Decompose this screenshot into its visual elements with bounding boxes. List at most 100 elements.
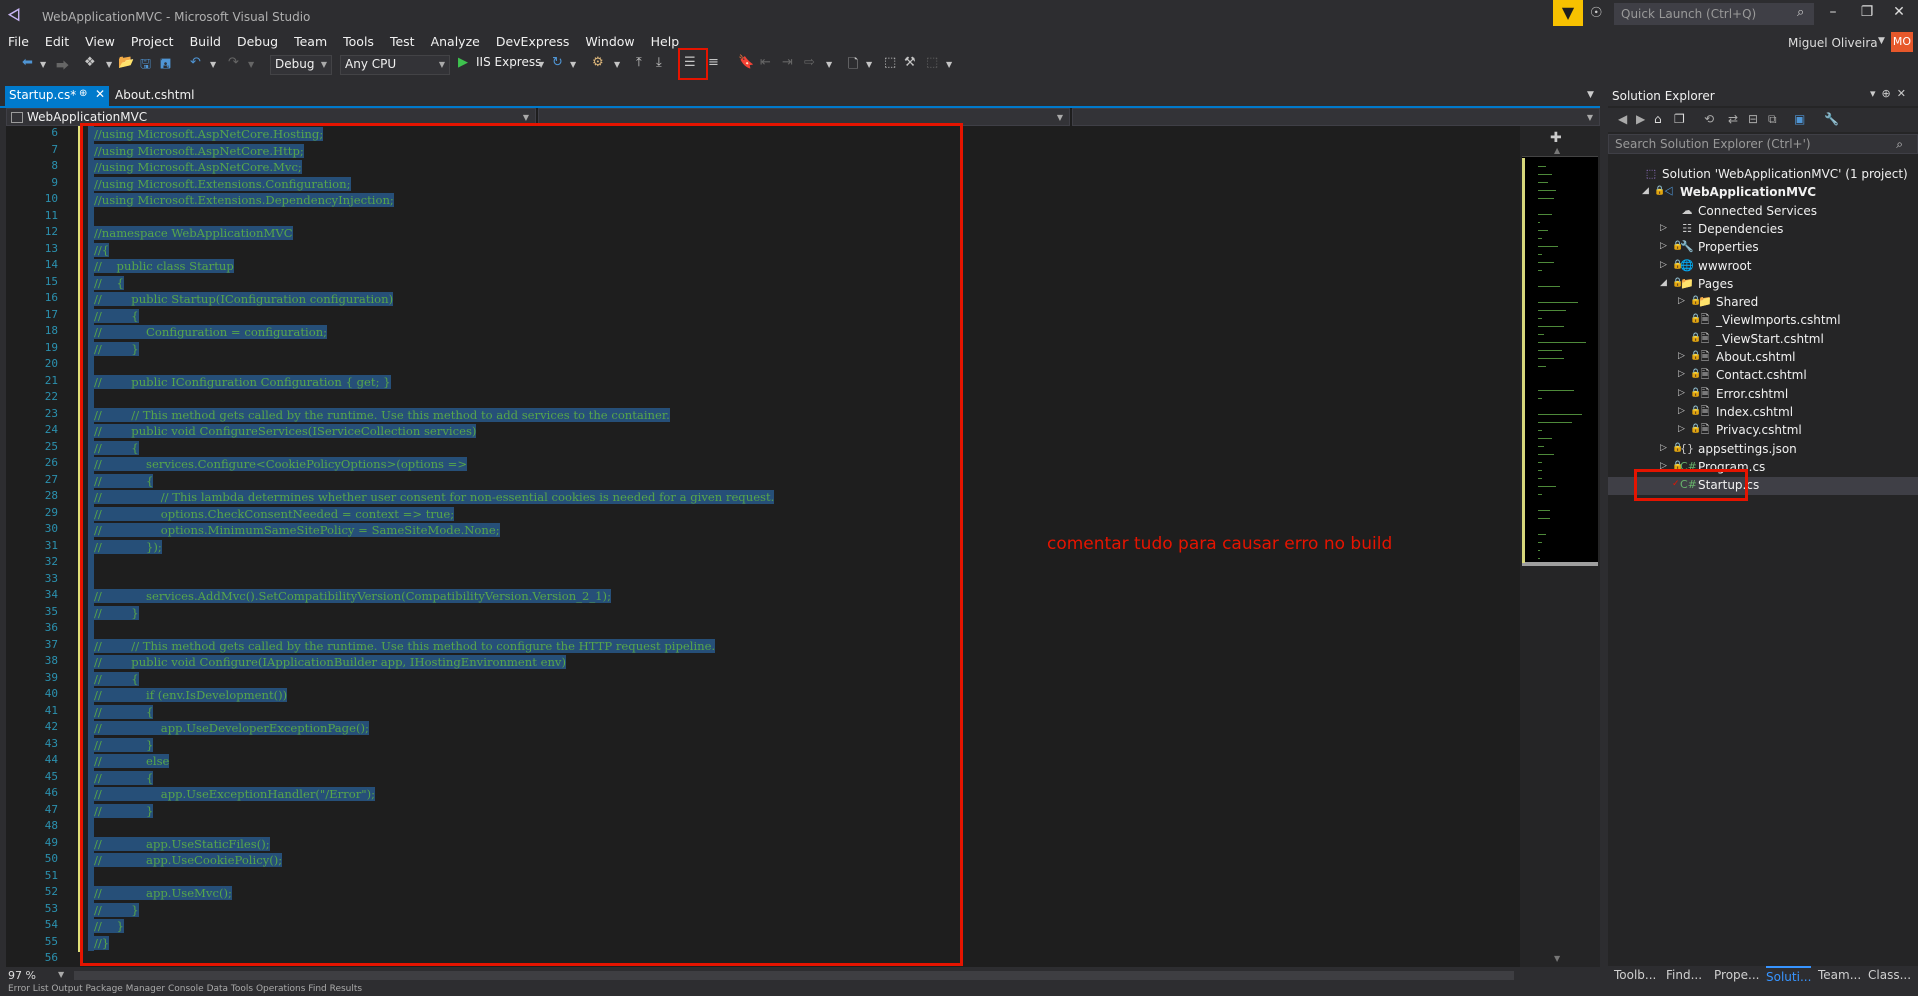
- tree-item[interactable]: 🔒 🗎 _ViewStart.cshtml: [1608, 331, 1918, 349]
- tree-item[interactable]: ☁ Connected Services: [1608, 203, 1918, 221]
- undo-icon[interactable]: ↶: [190, 55, 201, 75]
- attach-icon[interactable]: ⬚: [884, 55, 896, 75]
- pin-icon[interactable]: ⊕: [79, 88, 87, 99]
- properties-wrench-icon[interactable]: 🔧: [1824, 112, 1839, 126]
- new-project-icon[interactable]: ❖: [84, 55, 96, 75]
- bookmark-icon[interactable]: 🔖: [738, 55, 754, 75]
- tab-find[interactable]: Find...: [1666, 968, 1702, 982]
- forward-icon[interactable]: ⮕: [56, 55, 69, 75]
- zoom-level[interactable]: 97 %: [8, 969, 36, 982]
- tree-item[interactable]: ◢ 🔒 ⨞ WebApplicationMVC: [1608, 184, 1918, 202]
- scroll-down-icon[interactable]: ▼: [1554, 954, 1560, 963]
- disabled-tool-icon[interactable]: ⬚: [926, 55, 938, 75]
- collapsed-arrow-icon[interactable]: ▷: [1678, 369, 1685, 379]
- save-icon[interactable]: 🖫: [140, 55, 151, 75]
- tree-item[interactable]: ▷ 🔒 🗎 Error.cshtml: [1608, 386, 1918, 404]
- account-name[interactable]: Miguel Oliveira: [1788, 36, 1878, 50]
- tab-properties[interactable]: Prope...: [1714, 968, 1759, 982]
- restore-button[interactable]: ❐: [1852, 4, 1882, 20]
- home-icon[interactable]: ⌂: [1654, 112, 1662, 126]
- collapsed-arrow-icon[interactable]: ▷: [1660, 223, 1667, 233]
- minimap-scrollbar[interactable]: ✚ ▲ ▼: [1520, 126, 1600, 967]
- menu-edit[interactable]: Edit: [37, 32, 77, 49]
- tree-item[interactable]: ▷ 🔒 📁 Shared: [1608, 294, 1918, 312]
- tools-icon[interactable]: ⚒: [904, 55, 916, 75]
- minimize-button[interactable]: –: [1818, 4, 1848, 20]
- menu-help[interactable]: Help: [643, 32, 688, 49]
- redo-icon[interactable]: ↷: [228, 55, 239, 75]
- open-file-icon[interactable]: 📂: [118, 55, 134, 75]
- run-target-dropdown-icon[interactable]: ▼: [538, 60, 544, 80]
- notification-flag-icon[interactable]: ▼: [1553, 0, 1583, 26]
- collapsed-arrow-icon[interactable]: ▷: [1678, 351, 1685, 361]
- tree-item[interactable]: ▷ 🔒{} appsettings.json: [1608, 441, 1918, 459]
- bookmark-dropdown-icon[interactable]: ▼: [826, 60, 832, 80]
- next-bookmark-icon[interactable]: ⇥: [782, 55, 793, 75]
- menu-debug[interactable]: Debug: [229, 32, 286, 49]
- feedback-icon[interactable]: ☉: [1590, 5, 1603, 21]
- panel-controls[interactable]: ▾⊕✕: [1870, 87, 1912, 100]
- search-icon[interactable]: ⌕: [1797, 5, 1804, 20]
- quick-launch-input[interactable]: Quick Launch (Ctrl+Q): [1614, 3, 1814, 25]
- tree-item[interactable]: ◢ 🔒 📁 Pages: [1608, 276, 1918, 294]
- tree-item[interactable]: ▷ 🔒 🗎 Privacy.cshtml: [1608, 422, 1918, 440]
- clear-bookmarks-icon[interactable]: ⇨: [804, 55, 815, 75]
- tab-solution-explorer[interactable]: Soluti...: [1766, 966, 1812, 984]
- uncomment-selection-icon[interactable]: ≡: [708, 55, 719, 75]
- expanded-arrow-icon[interactable]: ◢: [1660, 278, 1667, 288]
- menu-devexpress[interactable]: DevExpress: [488, 32, 578, 49]
- menu-view[interactable]: View: [77, 32, 123, 49]
- menu-build[interactable]: Build: [182, 32, 229, 49]
- step-into-icon[interactable]: ⤒: [636, 55, 642, 75]
- member-dropdown[interactable]: ▼: [1072, 108, 1600, 126]
- collapsed-arrow-icon[interactable]: ▷: [1660, 260, 1667, 270]
- document-icon[interactable]: 🗋: [848, 55, 858, 75]
- run-target-button[interactable]: IIS Express: [476, 55, 541, 75]
- tree-item[interactable]: ▷ ☷ Dependencies: [1608, 221, 1918, 239]
- back-icon[interactable]: ⬅: [22, 55, 33, 75]
- find-in-files-icon[interactable]: ⚙: [592, 55, 604, 75]
- configuration-select[interactable]: Debug ▼: [270, 55, 332, 75]
- refresh-dropdown-icon[interactable]: ▼: [570, 60, 576, 80]
- tab-team-explorer[interactable]: Team...: [1818, 968, 1861, 982]
- horizontal-scrollbar[interactable]: [74, 971, 1514, 980]
- tree-item[interactable]: ▷ 🔒 🌐 wwwroot: [1608, 258, 1918, 276]
- solution-explorer-search-input[interactable]: Search Solution Explorer (Ctrl+') ⌕: [1608, 134, 1918, 154]
- menu-file[interactable]: File: [0, 32, 37, 49]
- refresh-icon[interactable]: ↻: [552, 55, 563, 75]
- menu-test[interactable]: Test: [382, 32, 423, 49]
- tree-item[interactable]: ⬚ Solution 'WebApplicationMVC' (1 project…: [1608, 166, 1918, 184]
- save-all-icon[interactable]: 🖪: [160, 55, 171, 75]
- menu-tools[interactable]: Tools: [335, 32, 382, 49]
- chevron-down-icon[interactable]: ▼: [58, 970, 64, 979]
- tab-toolbox[interactable]: Toolb...: [1614, 968, 1656, 982]
- menu-window[interactable]: Window: [577, 32, 642, 49]
- back-icon[interactable]: ◀: [1618, 112, 1627, 126]
- menu-team[interactable]: Team: [286, 32, 335, 49]
- scroll-up-icon[interactable]: ▲: [1554, 146, 1560, 155]
- menu-analyze[interactable]: Analyze: [423, 32, 488, 49]
- menu-project[interactable]: Project: [123, 32, 182, 49]
- new-project-dropdown-icon[interactable]: ▼: [106, 60, 112, 80]
- expanded-arrow-icon[interactable]: ◢: [1642, 186, 1649, 196]
- step-over-icon[interactable]: ⤓: [656, 55, 662, 75]
- tree-item[interactable]: ▷ 🔒 🗎 Contact.cshtml: [1608, 367, 1918, 385]
- history-icon[interactable]: ⟲: [1704, 112, 1714, 126]
- preview-icon[interactable]: ▣: [1794, 112, 1805, 126]
- avatar[interactable]: MO: [1891, 32, 1913, 52]
- tree-item[interactable]: ▷ 🔒 🔧 Properties: [1608, 239, 1918, 257]
- undo-dropdown-icon[interactable]: ▼: [210, 60, 216, 80]
- collapsed-arrow-icon[interactable]: ▷: [1660, 241, 1667, 251]
- redo-dropdown-icon[interactable]: ▼: [248, 60, 254, 80]
- document-dropdown-icon[interactable]: ▼: [866, 60, 872, 80]
- forward-icon[interactable]: ▶: [1636, 112, 1645, 126]
- tab-startup-cs[interactable]: Startup.cs* ⊕ ✕: [5, 86, 109, 106]
- output-tabs-strip[interactable]: Error List Output Package Manager Consol…: [0, 984, 1600, 996]
- close-icon[interactable]: ✕: [95, 87, 105, 101]
- collapsed-arrow-icon[interactable]: ▷: [1678, 406, 1685, 416]
- tab-overflow-icon[interactable]: ▼: [1587, 90, 1594, 100]
- back-dropdown-icon[interactable]: ▼: [40, 60, 46, 80]
- find-dropdown-icon[interactable]: ▼: [614, 60, 620, 80]
- previous-bookmark-icon[interactable]: ⇤: [760, 55, 771, 75]
- collapsed-arrow-icon[interactable]: ▷: [1678, 388, 1685, 398]
